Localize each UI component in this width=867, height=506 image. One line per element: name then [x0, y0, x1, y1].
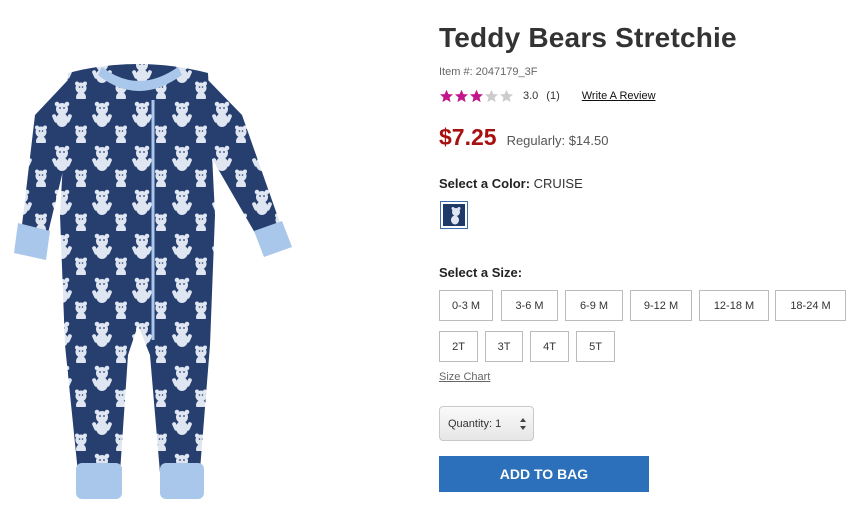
- star-icon: [500, 89, 513, 103]
- rating-row: 3.0 (1) Write A Review: [439, 88, 656, 104]
- star-icon: [440, 89, 453, 103]
- size-option[interactable]: 12-18 M: [699, 290, 769, 321]
- size-option[interactable]: 4T: [530, 331, 569, 362]
- price-row: $7.25 Regularly: $14.50: [439, 124, 608, 151]
- select-arrows-icon: [519, 417, 527, 434]
- stretchie-product-image: [14, 64, 292, 499]
- size-option[interactable]: 3T: [485, 331, 523, 362]
- size-option[interactable]: 2T: [439, 331, 478, 362]
- quantity-select[interactable]: Quantity: 1: [439, 406, 534, 441]
- regular-price: Regularly: $14.50: [506, 133, 609, 148]
- size-option[interactable]: 9-12 M: [630, 290, 692, 321]
- rating-stars[interactable]: [439, 89, 514, 103]
- size-option[interactable]: 6-9 M: [565, 290, 623, 321]
- product-title: Teddy Bears Stretchie: [439, 22, 737, 53]
- color-label: Select a Color: CRUISE: [439, 176, 583, 191]
- product-image: [10, 55, 300, 501]
- color-label-text: Select a Color:: [439, 176, 531, 191]
- add-to-bag-button[interactable]: ADD TO BAG: [439, 456, 649, 492]
- item-number: Item #: 2047179_3F: [439, 66, 538, 78]
- bear-print-icon: [451, 207, 461, 225]
- size-label: Select a Size:: [439, 265, 523, 280]
- rating-count: (1): [546, 90, 560, 102]
- size-option[interactable]: 0-3 M: [439, 290, 493, 321]
- swatch-fill: [443, 204, 465, 226]
- star-icon: [455, 89, 468, 103]
- color-swatch-cruise[interactable]: [440, 201, 468, 229]
- size-chart-link[interactable]: Size Chart: [439, 371, 490, 383]
- size-option[interactable]: 18-24 M: [775, 290, 846, 321]
- star-icon: [485, 89, 498, 103]
- sale-price: $7.25: [439, 124, 497, 150]
- size-option[interactable]: 5T: [576, 331, 615, 362]
- star-icon: [470, 89, 483, 103]
- quantity-label: Quantity: 1: [448, 417, 502, 430]
- rating-value: 3.0: [523, 90, 539, 102]
- selected-color: CRUISE: [533, 176, 583, 191]
- size-option[interactable]: 3-6 M: [501, 290, 558, 321]
- write-review-link[interactable]: Write A Review: [582, 90, 656, 102]
